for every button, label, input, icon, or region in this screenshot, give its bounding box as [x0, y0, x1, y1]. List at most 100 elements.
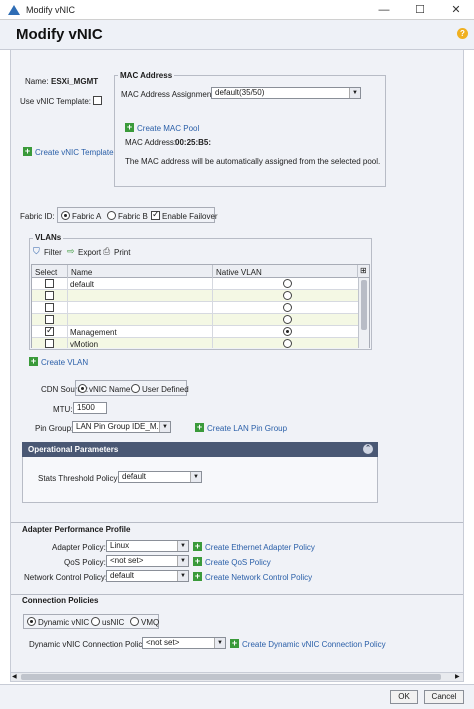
scroll-left-icon[interactable]: ◀ [12, 673, 17, 681]
vlans-title: VLANs [33, 233, 64, 242]
create-vlan-link[interactable]: Create VLAN [41, 358, 88, 367]
name-label: Name: [25, 77, 49, 86]
dynamic-vnic-radio[interactable] [27, 617, 36, 626]
cdn-user-defined-label: User Defined [142, 385, 189, 394]
table-row[interactable] [32, 290, 358, 302]
mac-address-label: MAC Address: [125, 138, 177, 147]
create-dynamic-vnic-connection-policy-link[interactable]: Create Dynamic vNIC Connection Policy [242, 640, 386, 649]
native-vlan-radio[interactable] [283, 303, 292, 312]
network-control-label: Network Control Policy: [24, 573, 108, 582]
col-native-vlan: Native VLAN [216, 268, 262, 277]
chevron-down-icon: ▼ [190, 472, 201, 482]
table-row[interactable] [32, 314, 358, 326]
vlan-select-checkbox[interactable] [45, 325, 54, 336]
vlan-select-checkbox[interactable] [45, 291, 54, 300]
native-vlan-radio[interactable] [283, 327, 292, 336]
create-lan-pin-group-link[interactable]: Create LAN Pin Group [207, 424, 287, 433]
page-title: Modify vNIC [16, 26, 103, 43]
export-button[interactable]: Export [78, 248, 101, 257]
collapse-icon[interactable]: ⌃ [363, 444, 373, 454]
mac-assignment-label: MAC Address Assignment: [121, 90, 216, 99]
create-mac-pool-plus-icon: + [125, 122, 134, 132]
vmq-label: VMQ [141, 618, 160, 627]
stats-threshold-label: Stats Threshold Policy: [38, 474, 120, 483]
network-control-value: default [110, 571, 135, 580]
mac-assignment-select[interactable]: default(35/50) ▼ [211, 87, 361, 99]
horizontal-scrollbar[interactable]: ◀ ▶ [10, 672, 464, 682]
filter-button[interactable]: Filter [44, 248, 62, 257]
export-icon: ⇨ [67, 246, 75, 256]
app-logo-icon [8, 5, 20, 15]
dialog-footer: OK Cancel [0, 684, 474, 709]
operational-parameters-title: Operational Parameters [28, 445, 119, 454]
create-qos-policy-link[interactable]: Create QoS Policy [205, 558, 271, 567]
print-button[interactable]: Print [114, 248, 130, 257]
fabric-a-radio[interactable] [61, 211, 70, 220]
create-network-control-policy-link[interactable]: Create Network Control Policy [205, 573, 312, 582]
vmq-radio[interactable] [130, 617, 139, 626]
stats-threshold-select[interactable]: default ▼ [118, 471, 202, 483]
maximize-icon[interactable]: ☐ [402, 0, 438, 20]
create-mac-pool-link[interactable]: Create MAC Pool [137, 124, 199, 133]
network-control-select[interactable]: default ▼ [106, 570, 189, 582]
table-row[interactable]: vMotion [32, 338, 358, 348]
table-row[interactable] [32, 302, 358, 314]
create-network-control-plus-icon: + [193, 571, 202, 581]
pin-group-label: Pin Group: [35, 424, 74, 433]
create-vnic-template-link[interactable]: Create vNIC Template [35, 148, 114, 157]
fabric-b-label: Fabric B [118, 212, 148, 221]
vlan-select-checkbox[interactable] [45, 339, 54, 348]
vlans-rows: default Management vMotion [32, 278, 358, 348]
dynamic-connection-policy-value: <not set> [146, 638, 180, 647]
divider [11, 594, 463, 595]
table-row[interactable]: Management [32, 325, 358, 338]
pin-group-select[interactable]: LAN Pin Group IDE_M... ▼ [72, 421, 171, 433]
vlan-name: default [70, 280, 95, 289]
vlan-select-checkbox[interactable] [45, 279, 54, 288]
vlan-name: vMotion [70, 340, 99, 348]
native-vlan-radio[interactable] [283, 315, 292, 324]
close-icon[interactable]: ✕ [438, 0, 474, 20]
operational-parameters-bar[interactable]: Operational Parameters ⌃ [22, 442, 378, 457]
cancel-button[interactable]: Cancel [424, 690, 464, 704]
cdn-user-defined-radio[interactable] [131, 384, 140, 393]
qos-policy-select[interactable]: <not set> ▼ [106, 555, 189, 567]
create-qos-plus-icon: + [193, 556, 202, 566]
vlans-scrollbar[interactable] [358, 278, 369, 348]
help-icon[interactable]: ? [457, 28, 468, 39]
scroll-right-icon[interactable]: ▶ [455, 673, 460, 681]
connection-policies-title: Connection Policies [22, 596, 99, 605]
use-template-checkbox[interactable] [93, 96, 102, 105]
column-chooser-icon[interactable]: ⊞ [360, 266, 367, 275]
fabric-b-radio[interactable] [107, 211, 116, 220]
cdn-vnic-name-radio[interactable] [78, 384, 87, 393]
vlans-toolbar: ⛉ Filter ⇨ Export ⎙ Print [30, 245, 371, 259]
minimize-icon[interactable]: — [366, 0, 402, 20]
vlan-select-checkbox[interactable] [45, 303, 54, 312]
enable-failover-label: Enable Failover [162, 212, 218, 221]
chevron-down-icon: ▼ [349, 88, 360, 98]
qos-policy-value: <not set> [110, 556, 144, 565]
chevron-down-icon: ▼ [177, 556, 188, 566]
vlans-scrollbar-thumb[interactable] [361, 280, 367, 330]
create-pin-group-plus-icon: + [195, 422, 204, 432]
window-title: Modify vNIC [26, 5, 76, 15]
horizontal-scrollbar-thumb[interactable] [21, 674, 441, 680]
vlan-select-checkbox[interactable] [45, 315, 54, 324]
native-vlan-radio[interactable] [283, 291, 292, 300]
create-adapter-plus-icon: + [193, 541, 202, 551]
dynamic-connection-policy-label: Dynamic vNIC Connection Policy: [29, 640, 149, 649]
table-row[interactable]: default [32, 278, 358, 290]
create-ethernet-adapter-policy-link[interactable]: Create Ethernet Adapter Policy [205, 543, 315, 552]
ok-button[interactable]: OK [390, 690, 418, 704]
enable-failover-checkbox[interactable] [151, 209, 160, 220]
dynamic-connection-policy-select[interactable]: <not set> ▼ [142, 637, 226, 649]
mtu-input[interactable]: 1500 [73, 402, 107, 414]
native-vlan-radio[interactable] [283, 339, 292, 348]
adapter-policy-select[interactable]: Linux ▼ [106, 540, 189, 552]
cdn-vnic-name-label: vNIC Name [89, 385, 131, 394]
native-vlan-radio[interactable] [283, 279, 292, 288]
usnic-label: usNIC [102, 618, 125, 627]
use-template-label: Use vNIC Template: [20, 97, 91, 106]
usnic-radio[interactable] [91, 617, 100, 626]
